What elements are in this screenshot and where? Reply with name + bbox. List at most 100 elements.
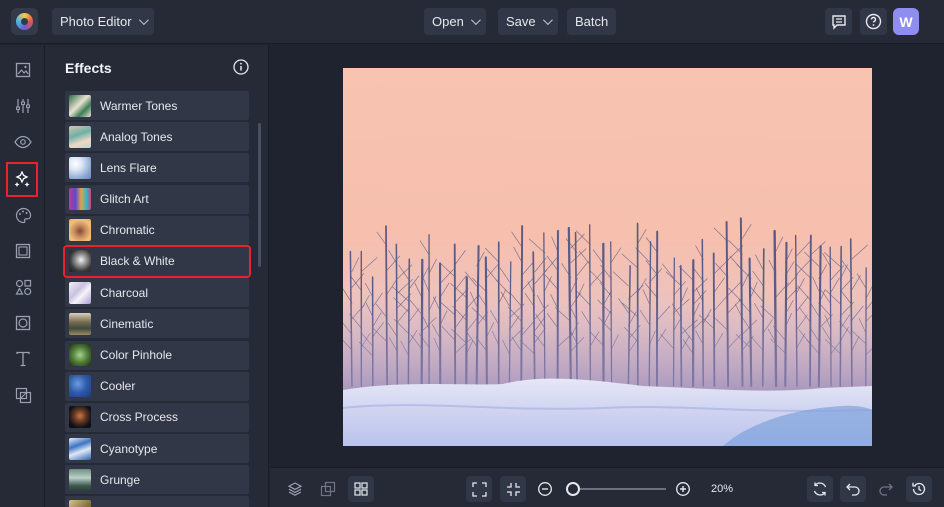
overlay-icon <box>15 315 31 331</box>
batch-button[interactable]: Batch <box>567 8 617 35</box>
layers-icon <box>287 482 303 496</box>
app-logo[interactable] <box>11 8 38 35</box>
effect-thumbnail <box>69 156 91 179</box>
redo-button[interactable] <box>873 476 899 502</box>
rail-frames-button[interactable] <box>11 239 35 263</box>
effects-list: Warmer Tones Analog Tones Lens Flare Gli… <box>63 91 251 507</box>
zoom-in-button[interactable] <box>670 476 696 502</box>
refresh-icon <box>813 482 827 496</box>
rail-graphics-button[interactable] <box>11 275 35 299</box>
effect-thumbnail <box>69 499 91 507</box>
effect-label: Glitch Art <box>100 192 149 207</box>
info-icon <box>233 59 249 75</box>
effect-item-partial[interactable] <box>65 496 249 507</box>
chevron-down-icon <box>470 15 481 26</box>
effect-label: Cyanotype <box>100 441 158 456</box>
history-button[interactable] <box>906 476 932 502</box>
zoom-slider-track[interactable] <box>568 488 666 490</box>
effect-thumbnail <box>69 94 91 117</box>
chat-icon <box>831 14 846 30</box>
effects-sparkle-icon <box>14 170 30 187</box>
rail-artsy-button[interactable] <box>11 203 35 227</box>
effect-label: Grunge <box>100 472 141 487</box>
effect-item-analog-tones[interactable]: Analog Tones <box>65 122 249 152</box>
effect-item-glitch-art[interactable]: Glitch Art <box>65 184 249 214</box>
effect-item-grunge[interactable]: Grunge <box>65 465 249 495</box>
effect-item-cross-process[interactable]: Cross Process <box>65 402 249 432</box>
frame-icon <box>15 243 31 259</box>
bottom-toolbar: 20% <box>270 467 944 507</box>
save-button[interactable]: Save <box>498 8 558 35</box>
effect-label: Charcoal <box>100 285 149 300</box>
panel-scrollbar[interactable] <box>258 123 261 267</box>
effect-thumbnail <box>69 437 91 460</box>
effect-label: Cooler <box>100 379 136 394</box>
effect-thumbnail <box>69 344 91 366</box>
fit-screen-button[interactable] <box>466 476 492 502</box>
rail-layers-button[interactable] <box>11 383 35 407</box>
editing-photo[interactable] <box>343 68 872 446</box>
help-icon <box>865 13 882 30</box>
effect-thumbnail <box>69 219 91 242</box>
effect-item-cyanotype[interactable]: Cyanotype <box>65 434 249 464</box>
effect-label: Color Pinhole <box>100 348 173 362</box>
effect-item-lens-flare[interactable]: Lens Flare <box>65 153 249 183</box>
rail-overlays-button[interactable] <box>11 311 35 335</box>
effect-item-cooler[interactable]: Cooler <box>65 371 249 401</box>
compare-icon <box>320 481 336 497</box>
chevron-down-icon <box>138 15 149 26</box>
tool-rail <box>0 45 45 507</box>
sliders-icon <box>16 99 30 113</box>
zoom-in-icon <box>676 482 690 496</box>
effect-thumbnail <box>69 188 91 211</box>
info-button[interactable] <box>233 59 249 75</box>
effect-item-charcoal[interactable]: Charcoal <box>65 278 249 308</box>
effect-thumbnail <box>69 375 91 398</box>
user-avatar-button[interactable]: W <box>893 8 919 35</box>
feedback-button[interactable] <box>825 8 852 35</box>
undo-button[interactable] <box>840 476 866 502</box>
photo-editor-menu-label: Photo Editor <box>60 14 132 29</box>
effect-thumbnail <box>69 281 91 304</box>
help-button[interactable] <box>860 8 887 35</box>
effect-thumbnail <box>69 250 91 273</box>
actual-size-button[interactable] <box>500 476 526 502</box>
effect-thumbnail <box>69 125 91 148</box>
grid-icon <box>354 482 368 496</box>
rail-touchup-button[interactable] <box>11 130 35 154</box>
zoom-level[interactable]: 20% <box>700 476 744 502</box>
zoom-slider-thumb[interactable] <box>565 482 580 496</box>
canvas-area <box>270 45 944 467</box>
panel-title: Effects <box>65 60 112 76</box>
layers-button[interactable] <box>282 476 308 502</box>
zoom-out-button[interactable] <box>532 476 558 502</box>
reset-button[interactable] <box>807 476 833 502</box>
open-button[interactable]: Open <box>424 8 486 35</box>
effect-thumbnail <box>69 468 91 491</box>
effect-item-warmer-tones[interactable]: Warmer Tones <box>65 91 249 120</box>
undo-icon <box>846 483 860 496</box>
rail-text-button[interactable] <box>11 347 35 371</box>
expand-icon <box>471 481 487 497</box>
top-bar: Photo Editor Open Save Batch W <box>0 0 944 44</box>
effect-label: Lens Flare <box>100 160 157 175</box>
compare-button[interactable] <box>315 476 341 502</box>
rail-image-button[interactable] <box>11 58 35 82</box>
winter-trees-photo <box>343 68 872 446</box>
effect-item-chromatic[interactable]: Chromatic <box>65 215 249 245</box>
grid-view-button[interactable] <box>348 476 374 502</box>
rail-adjust-button[interactable] <box>11 94 35 118</box>
effect-item-cinematic[interactable]: Cinematic <box>65 309 249 339</box>
rail-effects-button[interactable] <box>6 162 38 197</box>
redo-icon <box>879 483 893 496</box>
batch-label: Batch <box>575 14 609 29</box>
eye-icon <box>14 135 32 149</box>
logo-icon <box>16 13 33 30</box>
effect-item-color-pinhole[interactable]: Color Pinhole <box>65 340 249 370</box>
palette-icon <box>15 207 31 223</box>
photo-editor-menu-button[interactable]: Photo Editor <box>52 8 154 35</box>
avatar-initial: W <box>899 13 913 30</box>
effect-label: Cross Process <box>100 410 179 425</box>
effect-item-black-and-white[interactable]: Black & White <box>63 244 251 278</box>
effect-thumbnail <box>69 312 91 335</box>
